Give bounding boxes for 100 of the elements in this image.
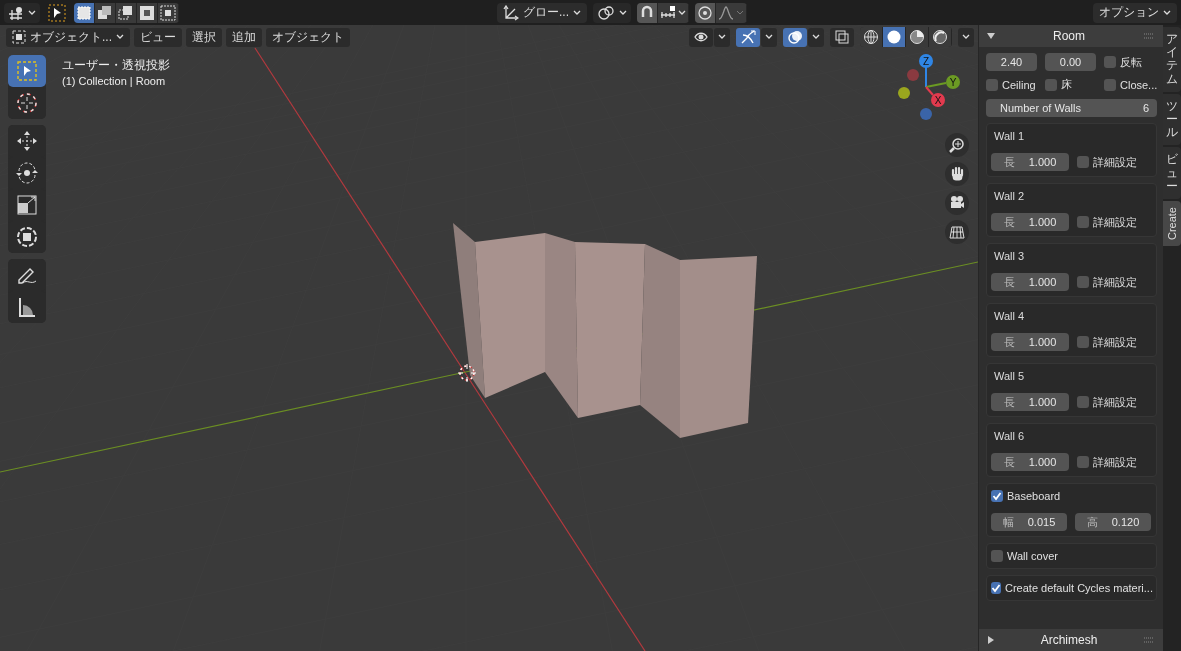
z-axis-handle[interactable]: Z (919, 54, 933, 88)
length-field[interactable]: 長 1.000 (991, 273, 1069, 291)
width-field[interactable]: 幅 0.015 (991, 513, 1067, 531)
checkbox-label: Create default Cycles materi... (1005, 582, 1153, 594)
checkbox[interactable] (991, 490, 1003, 502)
transform-icon (15, 225, 39, 249)
mode-dropdown[interactable]: オブジェクト... (6, 27, 130, 47)
circles-icon (597, 4, 615, 21)
length-field[interactable]: 長 1.000 (991, 453, 1069, 471)
menu-item[interactable]: ビュー (134, 27, 182, 47)
sidebar-tab[interactable]: ツール (1163, 93, 1181, 146)
selection-mode-button[interactable] (116, 2, 137, 23)
number-field[interactable]: 0.00 (1045, 53, 1096, 71)
gizmo-toggle[interactable] (736, 27, 760, 47)
sidebar-tab[interactable]: ビュー (1163, 147, 1181, 199)
disclosure-triangle-icon (987, 636, 995, 644)
dropdown-button[interactable] (761, 27, 777, 47)
pivot-point-dropdown[interactable] (593, 2, 631, 23)
squares-icon (139, 4, 155, 21)
shading-mode-button[interactable] (929, 27, 952, 47)
selection-mode-button[interactable] (95, 2, 116, 23)
menu-item[interactable]: 追加 (226, 27, 262, 47)
checkbox[interactable] (1077, 276, 1089, 288)
sidebar-tab[interactable]: アイテム (1163, 27, 1181, 92)
shading-dropdown[interactable] (958, 27, 974, 47)
material-sphere-icon (909, 29, 925, 45)
axes-icon (503, 4, 519, 21)
y-axis-handle[interactable]: Y (925, 75, 960, 89)
checkbox[interactable] (991, 550, 1003, 562)
disclosure-triangle-icon (987, 32, 995, 40)
squares-icon (76, 4, 92, 21)
selection-mode-button[interactable] (137, 2, 158, 23)
render-sphere-icon (932, 29, 948, 45)
menu-item[interactable]: 選択 (186, 27, 222, 47)
height-field[interactable]: 高 0.120 (1075, 513, 1151, 531)
checkbox[interactable] (1104, 78, 1116, 91)
editor-type-button[interactable] (4, 2, 40, 23)
checkbox[interactable] (1077, 336, 1089, 348)
grid-pin-icon (8, 5, 24, 20)
ruler-icon (660, 4, 676, 21)
x-axis-handle[interactable]: X (925, 86, 945, 107)
select-box-tool[interactable] (8, 55, 46, 87)
overlay-toggle[interactable] (783, 27, 807, 47)
snap-toggle[interactable] (637, 2, 658, 23)
checkbox-label: Wall cover (1007, 550, 1058, 562)
zoom-button[interactable] (945, 133, 969, 157)
checkbox[interactable] (1077, 216, 1089, 228)
visibility-toggle[interactable] (689, 27, 713, 47)
checkbox[interactable] (1077, 156, 1089, 168)
wall-title: Wall 5 (993, 370, 1026, 382)
checkbox[interactable] (1045, 78, 1057, 91)
dropdown-button[interactable] (808, 27, 824, 47)
checkbox[interactable] (1104, 56, 1116, 68)
number-field[interactable]: 2.40 (986, 53, 1037, 71)
pan-button[interactable] (945, 162, 969, 186)
negative-axis-handles[interactable] (898, 69, 932, 120)
checkbox[interactable] (986, 78, 998, 91)
checkbox-label: 詳細設定 (1093, 454, 1137, 470)
drag-handle-icon (1143, 637, 1155, 643)
target-icon (697, 4, 713, 21)
caret-icon (116, 34, 124, 40)
checkbox-label: 反転 (1120, 54, 1142, 70)
checkmark-icon (992, 491, 1002, 501)
length-field[interactable]: 長 1.000 (991, 153, 1069, 171)
squares-icon (160, 4, 176, 21)
checkbox[interactable] (1077, 456, 1089, 468)
grid-icon (949, 224, 965, 240)
checkbox[interactable] (1077, 396, 1089, 408)
scale-icon (15, 193, 39, 217)
selection-mode-button[interactable] (74, 2, 95, 23)
selection-mode-button[interactable] (158, 2, 179, 23)
collection-text: (1) Collection | Room (62, 74, 167, 89)
checkbox[interactable] (991, 582, 1001, 594)
shading-mode-button[interactable] (906, 27, 929, 47)
crosshair-icon (15, 91, 39, 115)
length-field[interactable]: 長 1.000 (991, 393, 1069, 411)
camera-icon (949, 195, 965, 211)
caret-icon (28, 9, 36, 16)
dropdown-button[interactable] (714, 27, 730, 47)
caret-icon (962, 34, 970, 40)
xray-toggle[interactable] (830, 27, 854, 47)
checkbox-label: 詳細設定 (1093, 334, 1137, 350)
menu-item[interactable]: オブジェクト (266, 27, 350, 47)
shading-mode-button[interactable] (883, 27, 906, 47)
checkbox-label: Baseboard (1007, 490, 1061, 502)
options-dropdown[interactable]: オプション (1093, 2, 1177, 23)
sidebar-tab[interactable]: Create (1163, 200, 1181, 246)
number-of-walls-field[interactable]: Number of Walls 6 (986, 99, 1157, 117)
proportional-edit-toggle[interactable] (695, 2, 716, 23)
caret-icon (765, 34, 773, 40)
falloff-dropdown[interactable] (716, 2, 747, 23)
camera-view-button[interactable] (945, 191, 969, 215)
checkbox-label: 詳細設定 (1093, 154, 1137, 170)
length-field[interactable]: 長 1.000 (991, 333, 1069, 351)
snap-target-dropdown[interactable] (658, 2, 689, 23)
length-field[interactable]: 長 1.000 (991, 213, 1069, 231)
transform-orientation-dropdown[interactable]: グロー... (497, 2, 587, 23)
projection-button[interactable] (945, 220, 969, 244)
checkbox-label: Ceiling (1002, 78, 1036, 91)
caret-icon (678, 9, 686, 16)
